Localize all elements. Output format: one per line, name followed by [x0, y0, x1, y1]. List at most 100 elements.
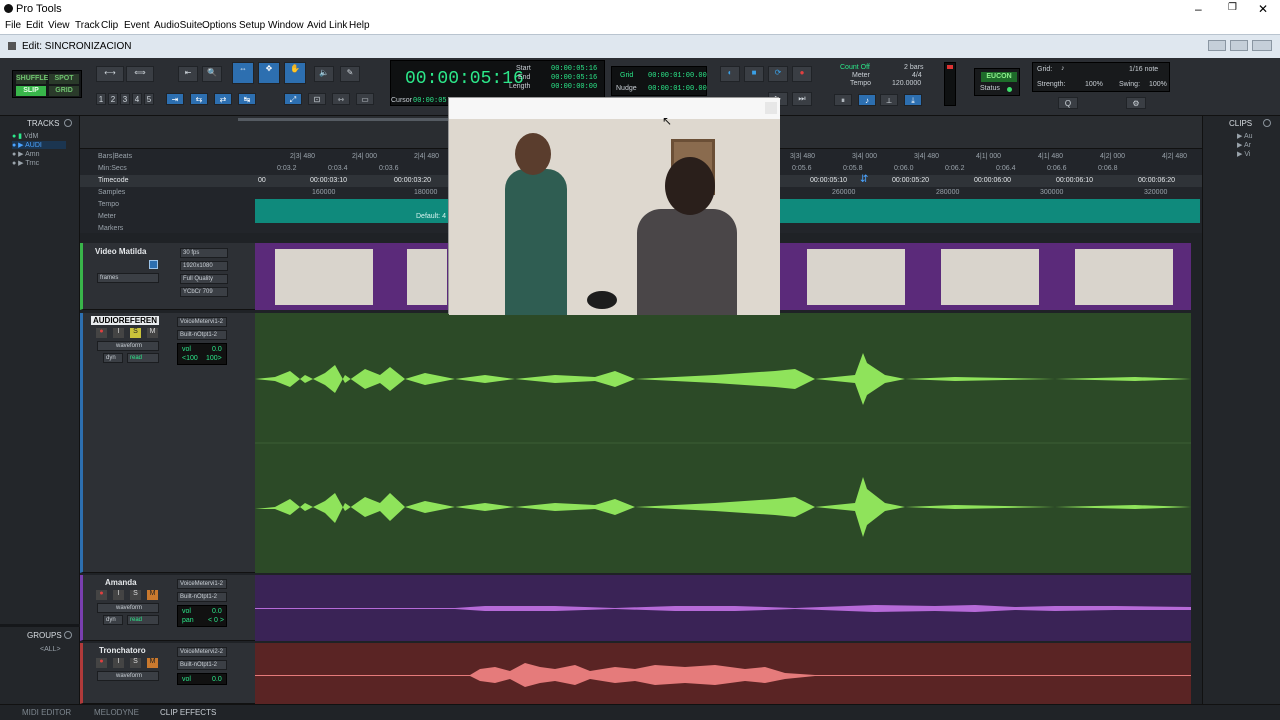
audio-lane[interactable]	[255, 313, 1191, 573]
grid-mode-button[interactable]: GRID	[49, 86, 79, 96]
grid-value[interactable]: 00:00:01:00.00	[648, 72, 707, 80]
automation-mode[interactable]: read	[127, 615, 159, 625]
count-off-bars[interactable]: 2 bars	[904, 64, 923, 71]
fast-forward-button[interactable]: ⏭	[792, 92, 812, 106]
nudge-label[interactable]: Nudge	[616, 85, 637, 92]
menu-event[interactable]: Event	[124, 20, 150, 31]
trim-tool-icon[interactable]: ⇔	[232, 62, 254, 84]
zoom-preset-1[interactable]: 1	[96, 93, 106, 105]
menu-file[interactable]: File	[5, 20, 21, 31]
menu-track[interactable]: Track	[75, 20, 100, 31]
grid-label[interactable]: Grid	[620, 72, 633, 79]
quantize-icon[interactable]: Q	[1058, 97, 1078, 109]
video-window-titlebar[interactable]	[449, 98, 780, 119]
selector-tool-icon[interactable]: ✥	[258, 62, 280, 84]
mirror-midi-icon[interactable]: ⤢	[284, 93, 302, 105]
clip-list-item[interactable]: ▶ Au	[1237, 132, 1253, 140]
menu-view[interactable]: View	[48, 20, 70, 31]
start-value[interactable]: 00:00:05:16	[551, 65, 597, 73]
close-button[interactable]: ✕	[1258, 2, 1268, 16]
zoom-preset-4[interactable]: 4	[132, 93, 142, 105]
clip-list-item[interactable]: ▶ Vi	[1237, 150, 1250, 158]
amanda-output[interactable]: Built-nOtpt1-2	[177, 592, 227, 602]
zoomer-tool-icon[interactable]: 🔍	[202, 66, 222, 82]
track-view-selector[interactable]: waveform	[97, 603, 159, 613]
scrubber-tool-icon[interactable]: 🔈	[314, 66, 334, 82]
length-value[interactable]: 00:00:00:00	[551, 83, 597, 91]
audio-output[interactable]: Built-nOtpt1-2	[177, 330, 227, 340]
solo-button[interactable]: S	[130, 658, 141, 668]
count-off-label[interactable]: Count Off	[840, 64, 870, 71]
eucon-button[interactable]: EUCON	[981, 72, 1017, 82]
input-monitor-button[interactable]: I	[113, 328, 124, 338]
solo-button[interactable]: S	[130, 328, 141, 338]
menu-clip[interactable]: Clip	[101, 20, 118, 31]
layout-icon[interactable]: ▭	[356, 93, 374, 105]
amanda-track-name[interactable]: Amanda	[105, 578, 137, 587]
menu-edit[interactable]: Edit	[26, 20, 43, 31]
edit-restore-button[interactable]	[1230, 40, 1248, 51]
mute-button[interactable]: M	[147, 590, 158, 600]
menu-help[interactable]: Help	[349, 20, 370, 31]
menu-options[interactable]: Options	[202, 20, 236, 31]
record-enable-button[interactable]: ●	[96, 658, 107, 668]
end-value[interactable]: 00:00:05:16	[551, 74, 597, 82]
tempo-value[interactable]: 120.0000	[892, 80, 921, 87]
track-list-item[interactable]: ● ▶ Amn	[12, 150, 40, 158]
stop-button[interactable]: ■	[744, 66, 764, 82]
edit-close-button[interactable]	[1252, 40, 1272, 51]
tronchatoro-input[interactable]: VoiceMetervi2-2	[177, 647, 227, 657]
track-list-item[interactable]: ● ▮ VdM	[12, 132, 38, 140]
wait-for-note-icon[interactable]: ⤓	[904, 94, 922, 106]
zoom-preset-5[interactable]: 5	[144, 93, 154, 105]
tab-clip-effects[interactable]: CLIP EFFECTS	[160, 708, 216, 717]
zoom-out-horizontal-button[interactable]: ⟷	[96, 66, 124, 82]
zoom-toggle-button[interactable]: ⇤	[178, 66, 198, 82]
groups-panel-menu-icon[interactable]	[64, 631, 72, 639]
video-track-name[interactable]: Video Matilda	[95, 247, 146, 256]
video-window-close-icon[interactable]	[765, 102, 777, 114]
conductor-icon[interactable]: ♪	[858, 94, 876, 106]
track-list-item[interactable]: ● ▶ AUDI	[12, 141, 66, 149]
tronchatoro-lane[interactable]	[255, 643, 1191, 704]
audio-input[interactable]: VoiceMetervi1-2	[177, 317, 227, 327]
track-view-selector[interactable]: waveform	[97, 341, 159, 351]
swing-value[interactable]: 100%	[1149, 81, 1167, 88]
pencil-tool-icon[interactable]: ✎	[340, 66, 360, 82]
video-quality[interactable]: Full Quality	[180, 274, 228, 284]
clips-panel-menu-icon[interactable]	[1263, 119, 1271, 127]
loop-play-button[interactable]: ⟳	[768, 66, 788, 82]
slip-mode-button[interactable]: SLIP	[16, 86, 46, 96]
input-monitor-button[interactable]: I	[113, 590, 124, 600]
shuffle-mode-button[interactable]: SHUFFLE	[16, 74, 48, 84]
nudge-value[interactable]: 00:00:01:00.00	[648, 85, 707, 93]
online-button[interactable]: ◐	[720, 66, 740, 82]
strength-value[interactable]: 100%	[1085, 81, 1103, 88]
pan-value[interactable]: < 0 >	[208, 617, 224, 624]
link-timeline-icon[interactable]: ⇆	[190, 93, 208, 105]
input-monitor-button[interactable]: I	[113, 658, 124, 668]
record-enable-button[interactable]: ●	[96, 590, 107, 600]
volume-value[interactable]: 0.0	[212, 608, 222, 615]
edit-minimize-button[interactable]	[1208, 40, 1226, 51]
tronchatoro-output[interactable]: Built-nOtpt1-2	[177, 660, 227, 670]
groups-divider[interactable]	[0, 624, 80, 627]
volume-value[interactable]: 0.0	[212, 346, 222, 353]
tracks-panel-menu-icon[interactable]	[64, 119, 72, 127]
midi-merge-icon[interactable]: ⏸	[834, 94, 852, 106]
audio-track-name[interactable]: AUDIOREFEREN	[91, 316, 160, 325]
pan-right-value[interactable]: 100>	[206, 355, 222, 362]
groups-all-item[interactable]: <ALL>	[40, 646, 61, 653]
restore-button[interactable]: ❐	[1228, 2, 1237, 13]
amanda-input[interactable]: VoiceMetervi1-2	[177, 579, 227, 589]
tab-to-transient-icon[interactable]: ⇥	[166, 93, 184, 105]
settings-gear-icon[interactable]: ⚙	[1126, 97, 1146, 109]
record-enable-button[interactable]: ●	[96, 328, 107, 338]
link-track-icon[interactable]: ⇄	[214, 93, 232, 105]
zoom-preset-2[interactable]: 2	[108, 93, 118, 105]
menu-setup[interactable]: Setup	[239, 20, 265, 31]
tronchatoro-track-name[interactable]: Tronchatoro	[99, 646, 146, 655]
zoom-preset-3[interactable]: 3	[120, 93, 130, 105]
track-view-selector[interactable]: waveform	[97, 671, 159, 681]
keyboard-focus-icon[interactable]: ⇿	[332, 93, 350, 105]
